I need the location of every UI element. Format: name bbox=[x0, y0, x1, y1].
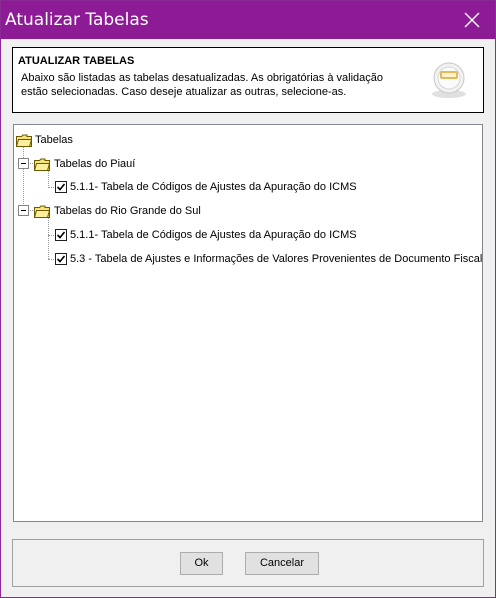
check-icon bbox=[56, 255, 66, 263]
close-icon bbox=[464, 12, 480, 28]
info-header: ATUALIZAR TABELAS Abaixo são listadas as… bbox=[12, 47, 484, 113]
collapse-toggle[interactable] bbox=[18, 158, 29, 169]
cancel-button[interactable]: Cancelar bbox=[245, 552, 319, 575]
button-bar: Ok Cancelar bbox=[12, 539, 484, 587]
database-globe-icon bbox=[432, 62, 466, 98]
header-line-1: Abaixo são listadas as tabelas desatuali… bbox=[21, 72, 384, 84]
item-checkbox[interactable] bbox=[55, 253, 67, 265]
close-button[interactable] bbox=[449, 1, 495, 39]
item-checkbox[interactable] bbox=[55, 181, 67, 193]
tree-connector bbox=[48, 217, 49, 259]
header-title: ATUALIZAR TABELAS bbox=[18, 55, 135, 67]
tree-item-label: 5.1.1- Tabela de Códigos de Ajustes da A… bbox=[70, 229, 357, 241]
tree-group-label: Tabelas do Piauí bbox=[54, 158, 136, 170]
collapse-toggle[interactable] bbox=[18, 205, 29, 216]
tree-root-label: Tabelas bbox=[35, 134, 73, 146]
check-icon bbox=[56, 231, 66, 239]
window-title: Atualizar Tabelas bbox=[5, 10, 149, 30]
folder-icon bbox=[34, 205, 50, 218]
header-description: Abaixo são listadas as tabelas desatuali… bbox=[21, 71, 401, 99]
tree-connector bbox=[23, 145, 24, 210]
tables-tree[interactable]: Tabelas Tabelas do Piauí 5.1.1- Tabela d… bbox=[13, 124, 483, 522]
header-line-2: estão selecionadas. Caso deseje atualiza… bbox=[21, 86, 347, 98]
check-icon bbox=[56, 183, 66, 191]
tree-item-label: 5.3 - Tabela de Ajustes e Informações de… bbox=[70, 253, 483, 265]
title-bar: Atualizar Tabelas bbox=[1, 1, 495, 39]
folder-icon bbox=[16, 134, 32, 147]
ok-button[interactable]: Ok bbox=[180, 552, 223, 575]
folder-icon bbox=[34, 158, 50, 171]
tree-connector bbox=[48, 170, 49, 188]
dialog-window: Atualizar Tabelas ATUALIZAR TABELAS Abai… bbox=[0, 0, 496, 598]
tree-group-label: Tabelas do Rio Grande do Sul bbox=[54, 205, 201, 217]
item-checkbox[interactable] bbox=[55, 229, 67, 241]
tree-item-label: 5.1.1- Tabela de Códigos de Ajustes da A… bbox=[70, 181, 357, 193]
